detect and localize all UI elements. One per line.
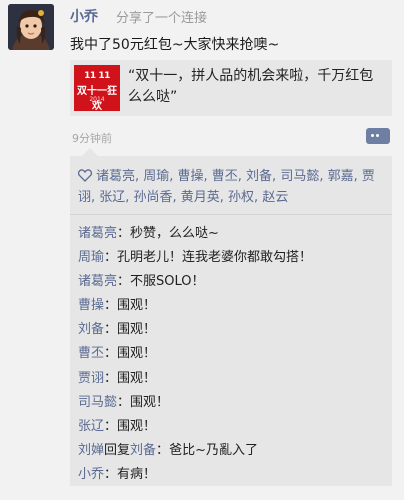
comment-separator: ：	[117, 226, 131, 241]
comment-author[interactable]: 司马懿	[78, 395, 117, 410]
link-thumbnail: 11 11 双十一狂欢 2014	[74, 65, 120, 111]
comment-text: 孔明老儿！连我老婆你都敢勾搭！	[117, 250, 313, 266]
reply-word: 回复	[104, 442, 131, 458]
comment-row[interactable]: 司马懿：围观！	[78, 391, 388, 415]
comment-text: 围观！	[117, 322, 157, 338]
comment-text: 秒赞，么么哒~	[130, 226, 219, 241]
post-timestamp: 9分钟前	[72, 132, 112, 145]
comment-row[interactable]: 曹操：围观！	[78, 294, 388, 318]
post-action: 分享了一个连接	[116, 11, 208, 26]
comment-author[interactable]: 诸葛亮	[78, 274, 117, 289]
reply-target[interactable]: 刘备	[130, 443, 156, 458]
comment-row[interactable]: 诸葛亮：不服SOLO！	[78, 270, 388, 294]
comment-separator: ：	[104, 370, 118, 386]
comment-row[interactable]: 刘备：围观！	[78, 318, 388, 342]
avatar-portrait-icon	[8, 4, 54, 50]
thumb-line1: 11 11	[84, 71, 110, 81]
comment-author[interactable]: 诸葛亮	[78, 226, 117, 241]
comment-separator: ：	[117, 394, 131, 410]
comment-text: 围观！	[117, 370, 157, 386]
post-message: 我中了50元红包~大家快来抢噢~	[70, 37, 280, 53]
comment-separator: ：	[117, 274, 131, 290]
comment-author[interactable]: 曹丕	[78, 346, 104, 361]
comment-text: 围观！	[117, 346, 157, 362]
likes-list: 诸葛亮, 周瑜, 曹操, 曹丕, 刘备, 司马懿, 郭嘉, 贾诩, 张辽, 孙尚…	[78, 166, 378, 208]
avatar[interactable]	[8, 4, 54, 50]
comment-separator: ：	[104, 250, 118, 266]
comment-text: 不服SOLO！	[130, 274, 205, 290]
comment-row[interactable]: 周瑜：孔明老儿！连我老婆你都敢勾搭！	[78, 246, 388, 270]
comment-row[interactable]: 刘婵回复刘备：爸比~乃亂入了	[78, 439, 388, 463]
comment-separator: ：	[156, 442, 170, 458]
comment-row[interactable]: 诸葛亮：秒赞，么么哒~	[78, 222, 388, 246]
comment-author[interactable]: 刘婵	[78, 443, 104, 458]
comment-text: 围观！	[117, 418, 157, 434]
comment-separator: ：	[104, 298, 118, 314]
comment-author[interactable]: 贾诩	[78, 371, 104, 386]
moments-post: 小乔 分享了一个连接 我中了50元红包~大家快来抢噢~ 11 11 双十一狂欢 …	[0, 0, 404, 500]
comment-author[interactable]: 张辽	[78, 419, 104, 434]
comment-row[interactable]: 曹丕：围观！	[78, 342, 388, 366]
heart-icon	[78, 169, 92, 182]
comment-author[interactable]: 周瑜	[78, 250, 104, 265]
comment-text: 围观！	[130, 394, 170, 410]
panel-divider	[70, 214, 392, 215]
thumb-line3: 2014	[89, 96, 105, 103]
comment-list: 诸葛亮：秒赞，么么哒~ 周瑜：孔明老儿！连我老婆你都敢勾搭！ 诸葛亮：不服SOLO！…	[78, 222, 388, 487]
comment-separator: ：	[104, 418, 118, 434]
comment-separator: ：	[104, 466, 118, 482]
comment-text: 爸比~乃亂入了	[169, 442, 258, 458]
shared-link-card[interactable]: 11 11 双十一狂欢 2014 “双十一，拼人品的机会来啦，千万红包么么哒”	[70, 60, 392, 116]
likes-names[interactable]: 诸葛亮, 周瑜, 曹操, 曹丕, 刘备, 司马懿, 郭嘉, 贾诩, 张辽, 孙尚…	[78, 169, 375, 205]
link-title: “双十一，拼人品的机会来啦，千万红包么么哒”	[128, 68, 374, 105]
comment-text: 有病！	[117, 466, 157, 482]
author-name[interactable]: 小乔	[70, 6, 98, 26]
interaction-panel: 诸葛亮, 周瑜, 曹操, 曹丕, 刘备, 司马懿, 郭嘉, 贾诩, 张辽, 孙尚…	[70, 156, 392, 486]
comment-row[interactable]: 张辽：围观！	[78, 415, 388, 439]
comment-text: 围观！	[117, 298, 157, 314]
more-dots-icon	[371, 134, 381, 153]
comment-menu-button[interactable]	[366, 128, 390, 144]
panel-arrow	[82, 148, 98, 156]
comment-row[interactable]: 小乔：有病！	[78, 463, 388, 487]
comment-separator: ：	[104, 322, 118, 338]
comment-author[interactable]: 小乔	[78, 467, 104, 482]
comment-author[interactable]: 曹操	[78, 298, 104, 313]
comment-row[interactable]: 贾诩：围观！	[78, 367, 388, 391]
comment-separator: ：	[104, 346, 118, 362]
comment-author[interactable]: 刘备	[78, 322, 104, 337]
